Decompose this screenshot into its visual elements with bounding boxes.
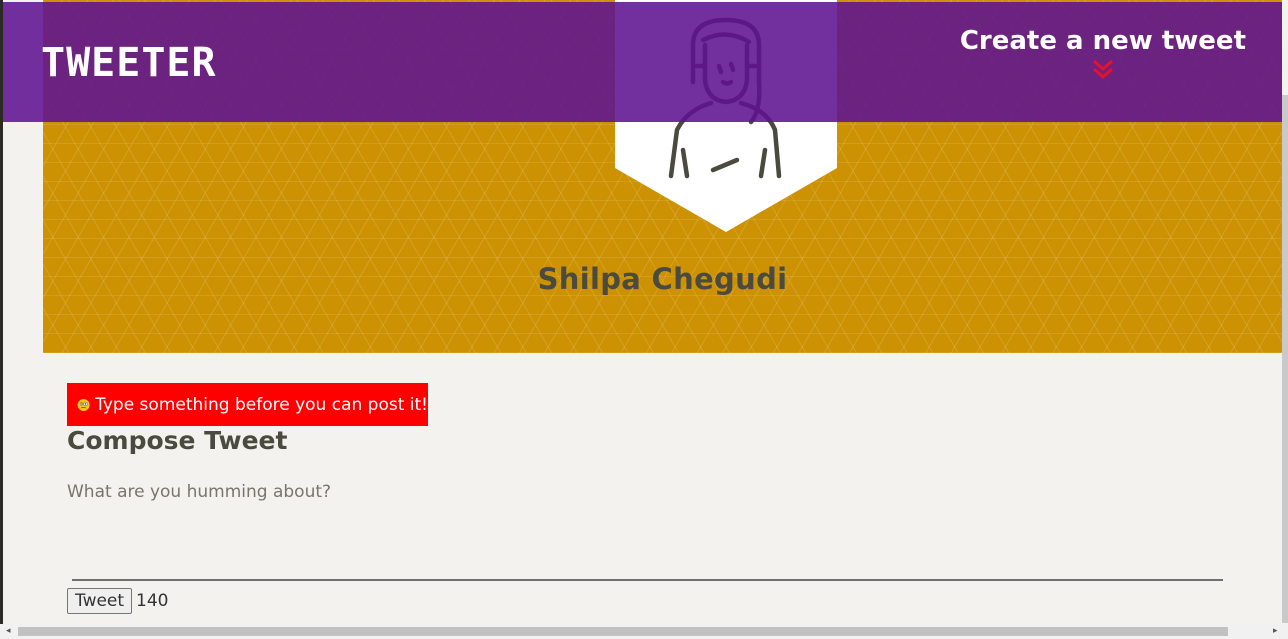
scroll-left-arrow-icon[interactable]: ◂ (6, 626, 11, 636)
confused-face-emoji-icon (77, 398, 90, 411)
tweet-submit-button[interactable]: Tweet (67, 588, 133, 614)
vertical-scrollbar[interactable] (1282, 95, 1288, 623)
page: Shilpa Chegudi TWEETER Create a new twee… (0, 0, 1288, 639)
error-text: Type something before you can post it! (95, 394, 428, 415)
horizontal-scrollbar-thumb[interactable] (18, 627, 1228, 636)
scroll-right-arrow-icon[interactable]: ▸ (1273, 626, 1278, 636)
create-new-tweet-label[interactable]: Create a new tweet (960, 26, 1246, 56)
error-message: Type something before you can post it! (67, 383, 428, 426)
input-underline (72, 579, 1223, 581)
create-new-tweet-toggle[interactable]: Create a new tweet (960, 26, 1246, 80)
profile-name: Shilpa Chegudi (537, 262, 788, 296)
logo[interactable]: TWEETER (41, 40, 217, 86)
tweet-input[interactable] (67, 482, 1217, 578)
nav-bar: TWEETER Create a new tweet (3, 2, 1282, 122)
double-chevron-down-icon[interactable] (1091, 58, 1115, 80)
compose-title: Compose Tweet (67, 426, 288, 455)
character-counter: 140 (136, 591, 169, 611)
